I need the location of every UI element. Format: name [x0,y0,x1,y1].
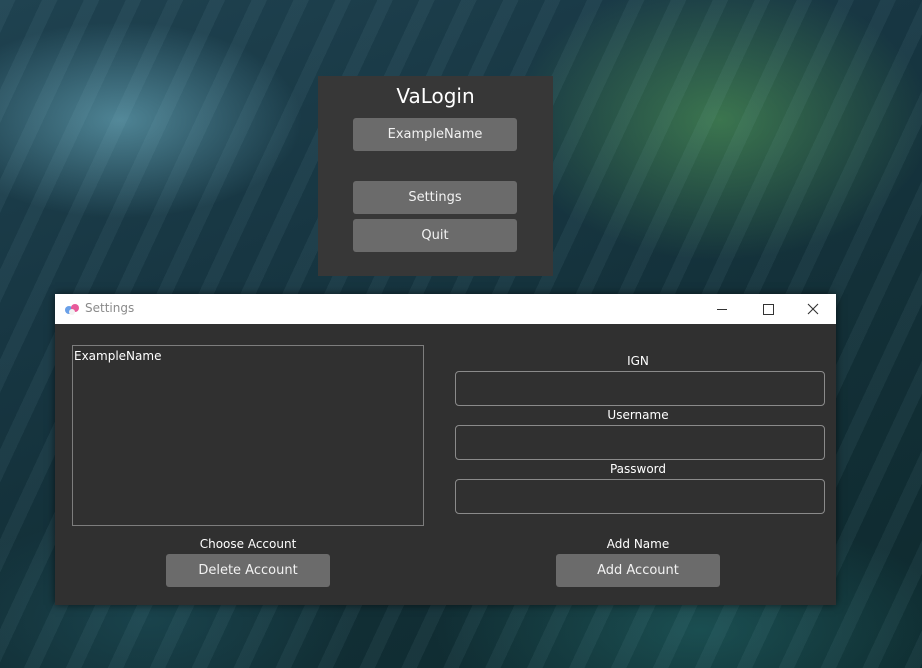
username-label: Username [607,408,669,422]
settings-window: Settings ExampleName IGN Username Passwo… [55,294,836,605]
maximize-icon[interactable] [745,294,791,324]
ign-input[interactable] [455,371,825,406]
account-list[interactable]: ExampleName [72,345,424,526]
add-name-label: Add Name [606,537,670,551]
app-icon [65,304,79,315]
close-icon[interactable] [790,294,836,324]
delete-account-button[interactable]: Delete Account [166,554,330,587]
account-button[interactable]: ExampleName [353,118,517,151]
settings-button[interactable]: Settings [353,181,517,214]
title-bar[interactable]: Settings [55,294,836,324]
ign-label: IGN [627,354,649,368]
choose-account-label: Choose Account [199,537,297,551]
add-account-button[interactable]: Add Account [556,554,720,587]
username-input[interactable] [455,425,825,460]
list-item[interactable]: ExampleName [74,349,161,363]
password-input[interactable] [455,479,825,514]
minimize-icon[interactable] [699,294,745,324]
launcher-window: VaLogin ExampleName Settings Quit [318,76,553,276]
quit-button[interactable]: Quit [353,219,517,252]
window-title: Settings [85,301,135,315]
password-label: Password [609,462,667,476]
launcher-title: VaLogin [396,84,475,108]
